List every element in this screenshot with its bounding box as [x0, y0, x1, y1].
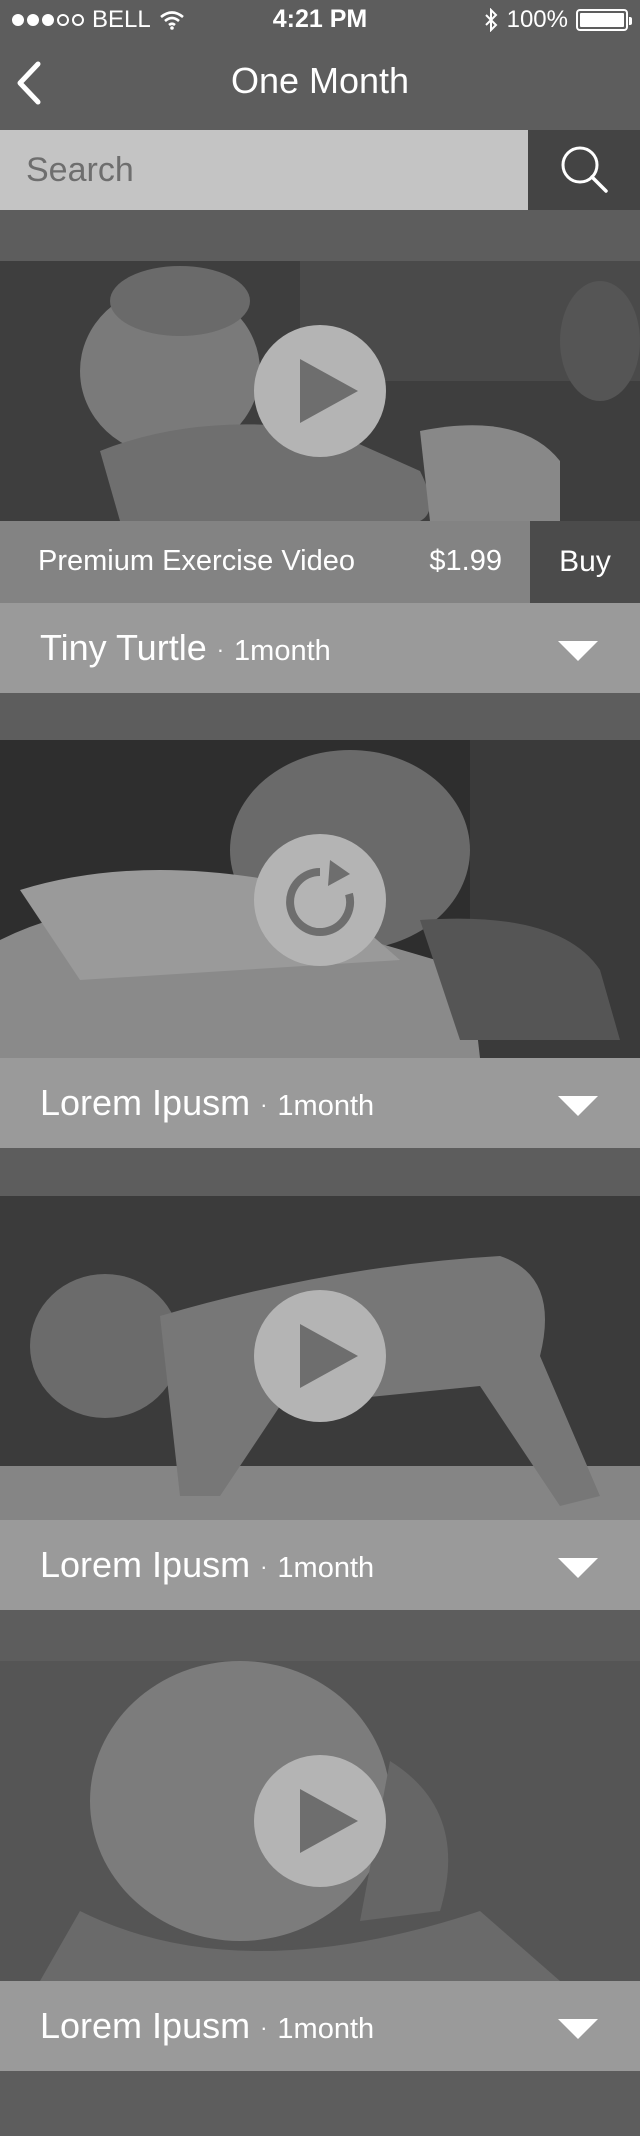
video-title-row: Lorem Ipusm · 1month	[40, 1082, 374, 1124]
product-price: $1.99	[429, 545, 502, 577]
video-title-row: Lorem Ipusm · 1month	[40, 2005, 374, 2047]
video-title: Lorem Ipusm	[40, 1082, 251, 1123]
purchase-bar: Premium Exercise Video $1.99 Buy	[0, 521, 640, 603]
video-card: Lorem Ipusm · 1month	[0, 740, 640, 1148]
replay-icon	[286, 860, 355, 936]
video-card: Lorem Ipusm · 1month	[0, 1196, 640, 1612]
video-card: Lorem Ipusm · 1month	[0, 1661, 640, 2073]
title-separator: ·	[260, 1554, 268, 1580]
play-icon	[300, 1324, 358, 1388]
video-thumbnail[interactable]	[0, 1196, 640, 1520]
battery-percent: 100%	[506, 6, 568, 33]
video-title-row: Lorem Ipusm · 1month	[40, 1544, 374, 1586]
title-separator: ·	[260, 2015, 268, 2041]
play-icon	[300, 1789, 358, 1853]
video-age: 1month	[277, 1552, 375, 1584]
video-thumbnail[interactable]	[0, 261, 640, 521]
status-right: 100%	[483, 6, 632, 34]
video-age: 1month	[277, 2013, 375, 2045]
video-title: Tiny Turtle	[40, 627, 207, 668]
bluetooth-icon	[484, 8, 498, 32]
video-title: Lorem Ipusm	[40, 2005, 251, 2046]
video-age: 1month	[277, 1090, 375, 1122]
video-title: Lorem Ipusm	[40, 1544, 251, 1585]
chevron-down-icon	[558, 1096, 598, 1116]
product-label: Premium Exercise Video	[38, 545, 355, 577]
video-thumbnail[interactable]	[0, 1661, 640, 1981]
search-icon	[561, 146, 608, 193]
video-title-bar[interactable]: Lorem Ipusm · 1month	[0, 1981, 640, 2071]
video-title-bar[interactable]: Lorem Ipusm · 1month	[0, 1058, 640, 1148]
purchase-info: Premium Exercise Video $1.99	[0, 521, 530, 603]
play-icon	[300, 359, 358, 423]
video-card: Premium Exercise Video $1.99 Buy Tiny Tu…	[0, 261, 640, 693]
title-separator: ·	[216, 637, 225, 663]
video-thumbnail[interactable]	[0, 740, 640, 1058]
search-bar	[0, 130, 640, 210]
play-button[interactable]	[254, 1755, 386, 1887]
video-title-row: Tiny Turtle · 1month	[40, 627, 331, 669]
play-button[interactable]	[254, 325, 386, 457]
video-age: 1month	[234, 635, 331, 667]
video-title-bar[interactable]: Lorem Ipusm · 1month	[0, 1520, 640, 1610]
page-title: One Month	[230, 60, 410, 101]
search-input[interactable]	[0, 130, 528, 210]
status-bar: BELL 4:21 PM 100%	[0, 0, 640, 40]
chevron-down-icon	[558, 1558, 598, 1578]
title-separator: ·	[260, 1092, 268, 1118]
video-title-bar[interactable]: Tiny Turtle · 1month	[0, 603, 640, 693]
chevron-down-icon	[558, 2019, 598, 2039]
search-button[interactable]	[528, 130, 640, 210]
battery-icon	[576, 9, 632, 31]
buy-button[interactable]: Buy	[530, 521, 640, 603]
replay-button[interactable]	[254, 834, 386, 966]
nav-bar: One Month	[0, 40, 640, 130]
chevron-down-icon	[558, 641, 598, 661]
play-button[interactable]	[254, 1290, 386, 1422]
